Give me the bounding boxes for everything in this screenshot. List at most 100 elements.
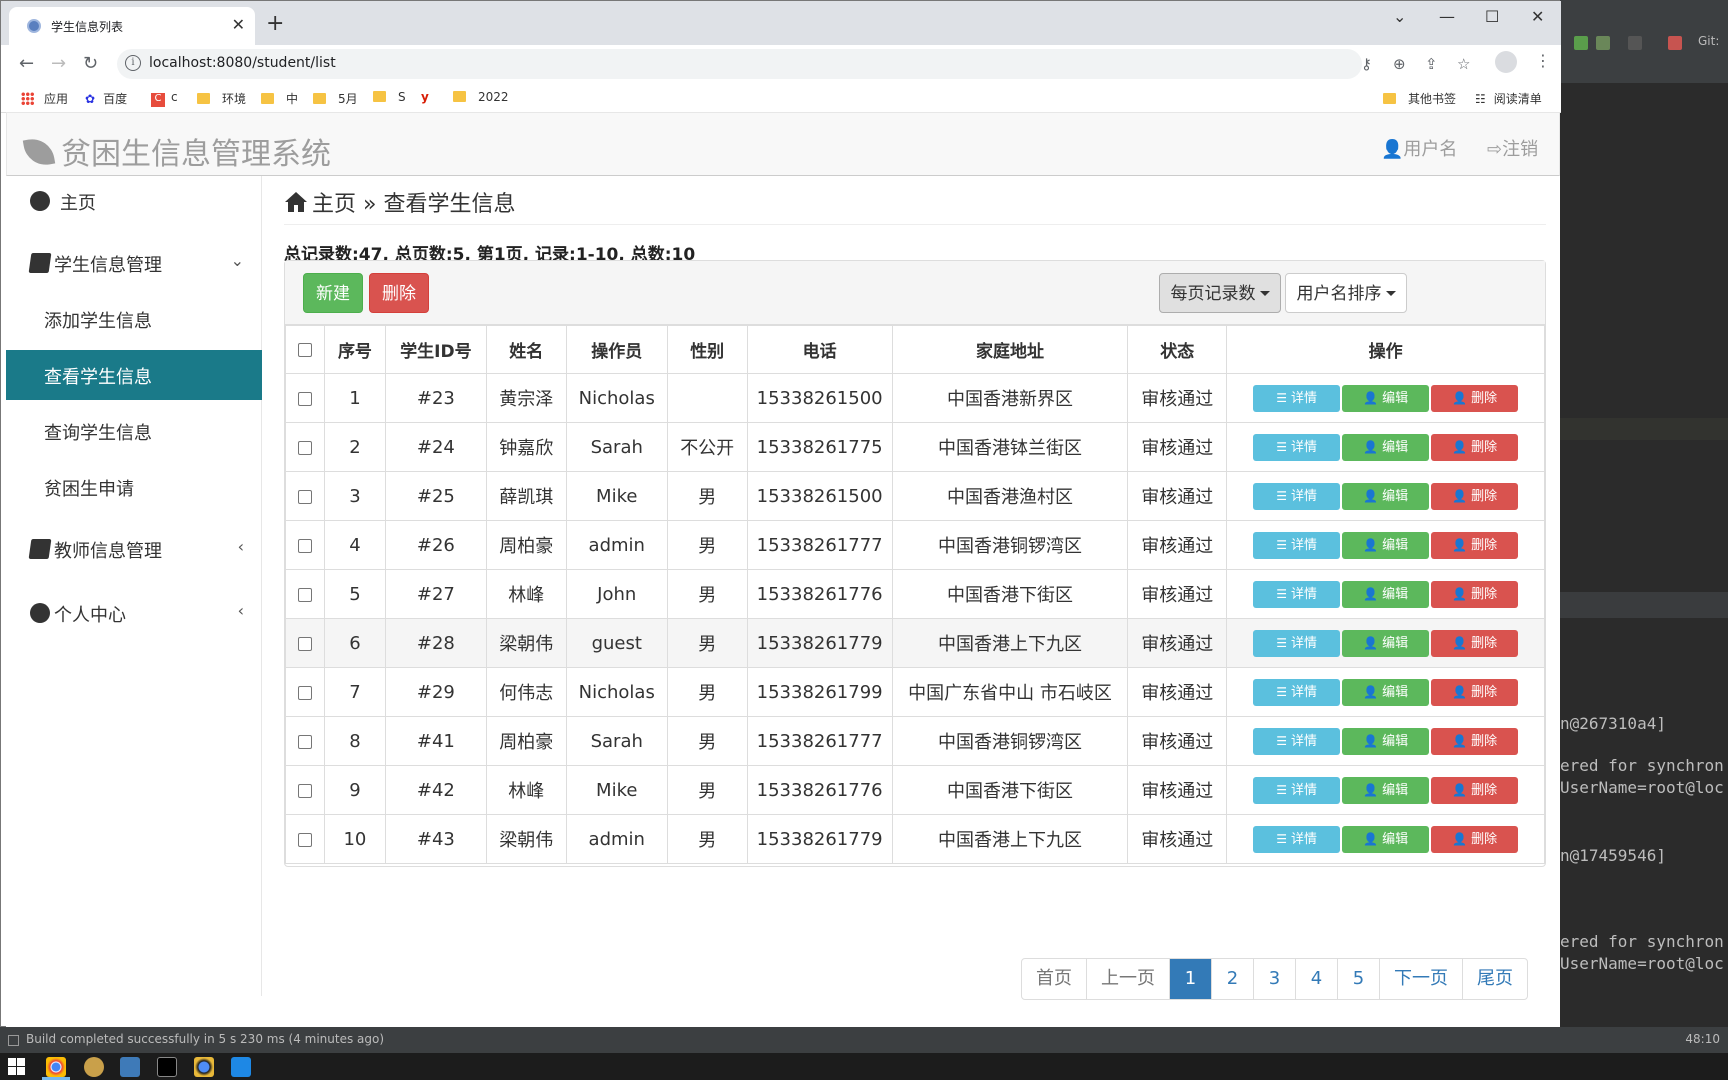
detail-button[interactable]: ☰ 详情	[1253, 433, 1341, 461]
row-checkbox[interactable]	[297, 734, 312, 749]
edit-button[interactable]: 👤 编辑	[1342, 776, 1430, 804]
row-checkbox[interactable]	[297, 538, 312, 553]
edit-button[interactable]: 👤 编辑	[1342, 433, 1430, 461]
debug-icon[interactable]	[1574, 36, 1588, 50]
sort-username-dropdown[interactable]: 用户名排序	[1285, 273, 1407, 313]
row-checkbox[interactable]	[297, 685, 312, 700]
bookmark-c[interactable]: Cc	[151, 90, 178, 107]
bookmark-y[interactable]: y	[421, 90, 429, 104]
coverage-icon[interactable]	[1596, 36, 1610, 50]
page-5[interactable]: 5	[1337, 959, 1379, 999]
bookmark-other[interactable]: 其他书签	[1383, 90, 1456, 107]
detail-button[interactable]: ☰ 详情	[1253, 531, 1341, 559]
bookmark-baidu[interactable]: ✿ 百度	[85, 90, 127, 107]
per-page-dropdown[interactable]: 每页记录数	[1159, 273, 1281, 313]
address-bar[interactable]: i localhost:8080/student/list ⚷ ⊕ ⇪ ☆	[117, 49, 1470, 79]
row-checkbox[interactable]	[297, 587, 312, 602]
system-tray[interactable]	[1548, 1053, 1728, 1080]
browser-tab[interactable]: 学生信息列表 ✕	[9, 7, 255, 45]
intellij-taskbar-icon[interactable]	[157, 1057, 177, 1077]
key-icon[interactable]: ⚷	[1361, 55, 1372, 73]
page-first[interactable]: 首页	[1022, 959, 1086, 999]
status-toggle-icon[interactable]	[8, 1035, 19, 1046]
profile-avatar[interactable]	[1495, 51, 1517, 73]
row-checkbox[interactable]	[297, 636, 312, 651]
sidebar-item-view-student[interactable]: 查看学生信息	[6, 350, 262, 400]
select-all-checkbox[interactable]	[297, 342, 312, 357]
bookmark-folder[interactable]: 中	[261, 90, 298, 107]
nav-logout-link[interactable]: ⇨注销	[1487, 135, 1538, 161]
delete-row-button[interactable]: 👤 删除	[1431, 531, 1519, 559]
delete-row-button[interactable]: 👤 删除	[1431, 482, 1519, 510]
bookmark-folder[interactable]: S	[373, 90, 406, 104]
edit-button[interactable]: 👤 编辑	[1342, 531, 1430, 559]
app-taskbar-icon[interactable]	[84, 1057, 104, 1077]
detail-button[interactable]: ☰ 详情	[1253, 825, 1341, 853]
close-window-icon[interactable]: ✕	[1531, 7, 1544, 26]
page-4[interactable]: 4	[1295, 959, 1337, 999]
row-checkbox[interactable]	[297, 391, 312, 406]
detail-button[interactable]: ☰ 详情	[1253, 384, 1341, 412]
reload-icon[interactable]: ↻	[83, 53, 98, 74]
bookmark-reading-list[interactable]: ☷ 阅读清单	[1475, 90, 1542, 107]
delete-row-button[interactable]: 👤 删除	[1431, 825, 1519, 853]
row-checkbox[interactable]	[297, 440, 312, 455]
menu-icon[interactable]: ⋮	[1535, 51, 1551, 70]
minimize-icon[interactable]: —	[1439, 7, 1455, 26]
sidebar-item-poverty-apply[interactable]: 贫困生申请	[6, 462, 262, 512]
new-button[interactable]: 新建	[303, 273, 363, 313]
delete-row-button[interactable]: 👤 删除	[1431, 727, 1519, 755]
sidebar-item-add-student[interactable]: 添加学生信息	[6, 294, 262, 344]
bookmark-folder[interactable]: 2022	[453, 90, 509, 104]
edit-button[interactable]: 👤 编辑	[1342, 629, 1430, 657]
page-prev[interactable]: 上一页	[1086, 959, 1169, 999]
delete-row-button[interactable]: 👤 删除	[1431, 629, 1519, 657]
edit-button[interactable]: 👤 编辑	[1342, 580, 1430, 608]
app3-taskbar-icon[interactable]	[231, 1057, 251, 1077]
row-checkbox[interactable]	[297, 832, 312, 847]
bookmark-folder[interactable]: 5月	[313, 90, 358, 107]
row-checkbox[interactable]	[297, 489, 312, 504]
delete-selected-button[interactable]: 删除	[369, 273, 429, 313]
bookmark-apps[interactable]: 应用	[21, 90, 68, 107]
detail-button[interactable]: ☰ 详情	[1253, 629, 1341, 657]
page-next[interactable]: 下一页	[1379, 959, 1462, 999]
delete-row-button[interactable]: 👤 删除	[1431, 776, 1519, 804]
page-2[interactable]: 2	[1211, 959, 1253, 999]
chrome2-taskbar-icon[interactable]	[194, 1057, 214, 1077]
sidebar-item-home[interactable]: 主页	[6, 176, 262, 226]
zoom-icon[interactable]: ⊕	[1393, 55, 1406, 73]
delete-row-button[interactable]: 👤 删除	[1431, 580, 1519, 608]
delete-row-button[interactable]: 👤 删除	[1431, 384, 1519, 412]
maximize-icon[interactable]: ☐	[1485, 7, 1499, 26]
sidebar-item-personal[interactable]: 个人中心 ‹	[6, 588, 262, 638]
page-last[interactable]: 尾页	[1462, 959, 1527, 999]
stop-icon[interactable]	[1668, 36, 1682, 50]
close-tab-icon[interactable]: ✕	[232, 15, 245, 34]
breadcrumb-home[interactable]: 主页	[312, 192, 356, 217]
page-1[interactable]: 1	[1169, 959, 1211, 999]
sidebar-item-query-student[interactable]: 查询学生信息	[6, 406, 262, 456]
profiler-icon[interactable]	[1628, 36, 1642, 50]
detail-button[interactable]: ☰ 详情	[1253, 727, 1341, 755]
tab-search-icon[interactable]: ⌄	[1393, 7, 1406, 26]
page-3[interactable]: 3	[1253, 959, 1295, 999]
edit-button[interactable]: 👤 编辑	[1342, 727, 1430, 755]
brand[interactable]: 贫困生信息管理系统	[22, 129, 331, 173]
bookmark-star-icon[interactable]: ☆	[1457, 55, 1470, 73]
start-icon[interactable]	[8, 1058, 25, 1075]
sidebar-item-teacher-mgmt[interactable]: 教师信息管理 ‹	[6, 524, 262, 574]
detail-button[interactable]: ☰ 详情	[1253, 678, 1341, 706]
edit-button[interactable]: 👤 编辑	[1342, 482, 1430, 510]
share-icon[interactable]: ⇪	[1425, 55, 1438, 73]
cursor-position[interactable]: 48:10	[1685, 1032, 1720, 1046]
detail-button[interactable]: ☰ 详情	[1253, 776, 1341, 804]
site-info-icon[interactable]: i	[125, 55, 141, 71]
back-icon[interactable]: ←	[19, 53, 34, 74]
delete-row-button[interactable]: 👤 删除	[1431, 433, 1519, 461]
row-checkbox[interactable]	[297, 783, 312, 798]
detail-button[interactable]: ☰ 详情	[1253, 580, 1341, 608]
forward-icon[interactable]: →	[51, 53, 66, 74]
app2-taskbar-icon[interactable]	[120, 1057, 140, 1077]
sidebar-item-student-mgmt[interactable]: 学生信息管理 ⌄	[6, 238, 262, 288]
